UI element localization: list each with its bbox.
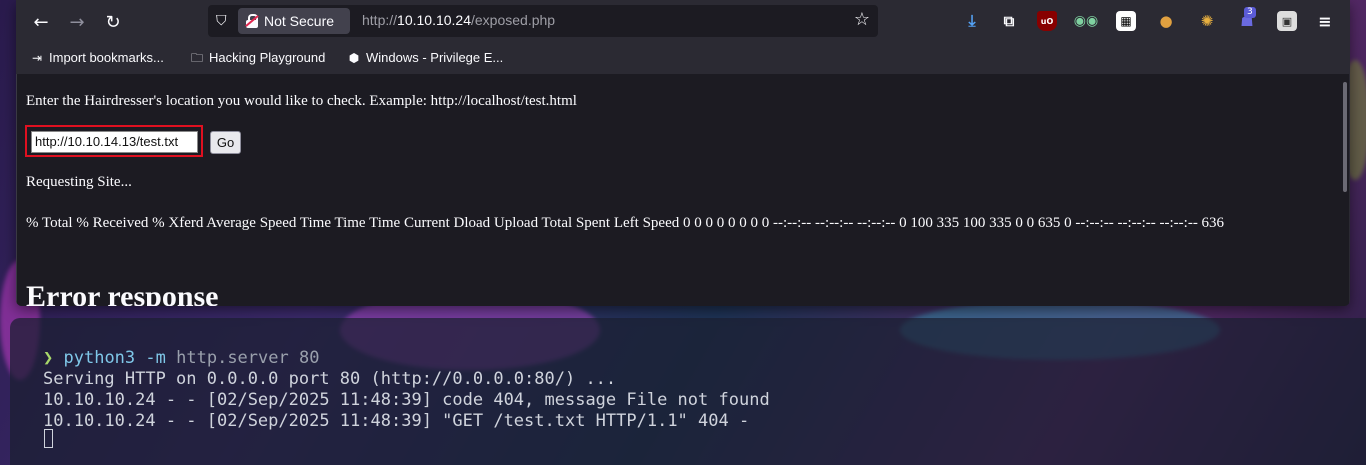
terminal-output-line: 10.10.10.24 - - [02/Sep/2025 11:48:39] "…	[43, 411, 750, 431]
shield-icon[interactable]: ⛉	[216, 13, 230, 29]
terminal-output-line: 10.10.10.24 - - [02/Sep/2025 11:48:39] c…	[43, 390, 770, 410]
terminal-window[interactable]: ❯ python3 -m http.server 80 Serving HTTP…	[10, 318, 1366, 465]
terminal-output-line: Serving HTTP on 0.0.0.0 port 80 (http://…	[43, 369, 617, 389]
terminal-command-line: ❯ python3 -m http.server 80	[43, 348, 319, 368]
reload-button[interactable]: ↻	[100, 9, 126, 35]
bookmarks-toolbar: ⇥ Import bookmarks... 🗀 Hacking Playground…	[16, 42, 1350, 74]
bookmark-import[interactable]: ⇥ Import bookmarks...	[30, 48, 164, 68]
bookmark-label: Windows - Privilege E...	[366, 50, 504, 65]
arrow-left-icon: ←	[33, 11, 49, 33]
bookmark-label: Import bookmarks...	[49, 50, 164, 65]
qr-code-icon[interactable]: ▦	[1116, 11, 1136, 31]
menu-hamburger-icon[interactable]: ≡	[1315, 11, 1335, 31]
site-icon: ⬢	[348, 51, 360, 65]
go-button[interactable]: Go	[210, 131, 241, 154]
terminal-cursor	[44, 429, 53, 448]
url-host: 10.10.10.24	[397, 12, 471, 28]
highlight-box: http://10.10.14.13/test.txt	[25, 125, 203, 157]
extensions-puzzle-icon[interactable]: ⧉	[999, 11, 1019, 31]
navigation-toolbar: ← → ↻ ⛉ Not Secure http://10.10.10.24/ex…	[16, 0, 1350, 42]
forward-button[interactable]: →	[64, 9, 90, 35]
error-heading: Error response	[26, 280, 219, 306]
location-input[interactable]: http://10.10.14.13/test.txt	[31, 131, 198, 153]
bookmark-windows-privilege[interactable]: ⬢ Windows - Privilege E...	[347, 48, 504, 68]
reload-icon: ↻	[105, 11, 121, 33]
wappalyzer-icon[interactable]: ✺	[1197, 11, 1217, 31]
curl-output: % Total % Received % Xferd Average Speed…	[26, 215, 1225, 231]
ublock-origin-icon[interactable]: uO	[1037, 11, 1057, 31]
prompt-symbol: ❯	[43, 348, 54, 368]
security-label: Not Secure	[264, 13, 335, 29]
command-flag: -m	[145, 348, 166, 368]
url-text[interactable]: http://10.10.10.24/exposed.php	[362, 12, 555, 28]
extension-badge: 3	[1244, 7, 1256, 18]
command-name: python3	[63, 348, 136, 368]
back-button[interactable]: ←	[28, 9, 54, 35]
download-icon[interactable]: ⤓	[962, 11, 982, 31]
instruction-text: Enter the Hairdresser's location you wou…	[26, 93, 577, 109]
insecure-lock-icon	[245, 14, 259, 28]
page-content: Enter the Hairdresser's location you wou…	[16, 74, 1349, 306]
bookmark-hacking-playground[interactable]: 🗀 Hacking Playground	[190, 48, 325, 68]
security-indicator[interactable]: Not Secure	[238, 8, 350, 34]
scrollbar[interactable]	[1343, 82, 1347, 192]
cookie-icon[interactable]: ●	[1156, 11, 1176, 31]
arrow-right-icon: →	[69, 11, 85, 33]
url-path: /exposed.php	[471, 12, 556, 28]
import-icon: ⇥	[31, 51, 43, 65]
bookmark-star-icon[interactable]: ☆	[854, 10, 870, 30]
address-bar[interactable]: ⛉ Not Secure http://10.10.10.24/exposed.…	[208, 5, 878, 37]
ublock-label: uO	[1040, 16, 1054, 26]
account-icon[interactable]: ▣	[1277, 11, 1297, 31]
browser-window: ← → ↻ ⛉ Not Secure http://10.10.10.24/ex…	[16, 0, 1350, 306]
glasses-extension-icon[interactable]: ◉◉	[1074, 11, 1098, 31]
command-args: http.server 80	[176, 348, 320, 368]
bookmark-label: Hacking Playground	[209, 50, 326, 65]
requesting-text: Requesting Site...	[26, 174, 132, 190]
folder-icon: 🗀	[190, 51, 203, 65]
url-prefix: http://	[362, 12, 398, 28]
